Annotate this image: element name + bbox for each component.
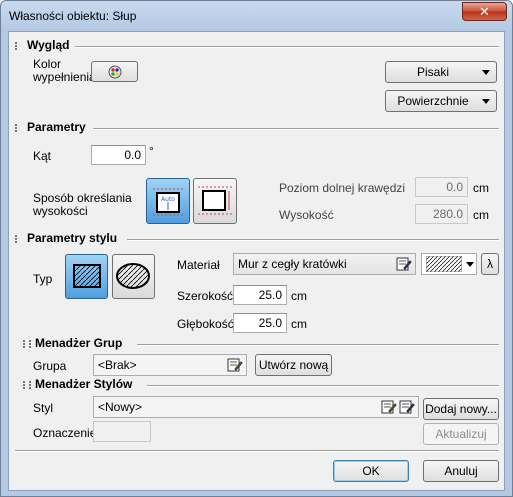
divider [127, 239, 499, 241]
anuluj-button[interactable]: Anuluj [423, 460, 499, 482]
grip-icon [29, 381, 31, 389]
edit-material-icon[interactable] [396, 256, 412, 272]
edit-style-icon[interactable] [381, 399, 397, 415]
divider [137, 344, 499, 346]
section-menadzer-grup: Menadżer Grup [15, 336, 499, 351]
styl-value: <Nowy> [98, 400, 143, 414]
section-title-parametry-stylu: Parametry stylu [27, 231, 122, 245]
chevron-down-icon [482, 99, 490, 104]
styl-label: Styl [33, 401, 54, 415]
wysokosc-unit: cm [473, 208, 489, 222]
poziom-unit: cm [473, 181, 489, 195]
grip-icon [15, 235, 21, 243]
chevron-down-icon [482, 70, 490, 75]
divider [93, 128, 499, 130]
glebokosc-label: Głębokość [177, 317, 234, 331]
sposob-label-line2: wysokości [33, 204, 88, 218]
section-parametry: Parametry [15, 120, 499, 135]
kolor-label-line2: wypełnienia [33, 70, 96, 84]
dialog-window: Własności obiektu: Słup ✕ Wygląd Kolor w… [0, 0, 513, 497]
kat-unit: ° [149, 144, 154, 158]
section-title-parametry: Parametry [27, 120, 90, 134]
auto-height-icon: Auto [153, 188, 183, 216]
grupa-field[interactable]: <Brak> [93, 354, 247, 376]
auto-text: Auto [161, 196, 175, 203]
lambda-button[interactable]: λ [481, 253, 499, 275]
utworz-nowa-button[interactable]: Utwórz nową [255, 354, 332, 376]
section-parametry-stylu: Parametry stylu [15, 231, 499, 246]
pisaki-dropdown-button[interactable]: Pisaki [385, 61, 497, 83]
kolor-label-line1: Kolor [33, 57, 62, 71]
grip-icon [15, 42, 21, 50]
wysokosc-input[interactable]: 280.0 [415, 204, 468, 224]
szerokosc-input[interactable]: 25.0 [233, 285, 287, 305]
divider [147, 385, 499, 387]
ok-button[interactable]: OK [333, 460, 409, 482]
ellipse-column-icon [116, 263, 150, 289]
powierzchnie-label: Powierzchnie [397, 94, 469, 108]
poziom-label: Poziom dolnej krawędzi [279, 181, 406, 195]
material-value: Mur z cegły kratówki [238, 257, 347, 271]
footer-divider [15, 450, 499, 452]
poziom-input[interactable]: 0.0 [415, 177, 468, 197]
kat-label: Kąt [33, 149, 52, 163]
height-mode-auto-button[interactable]: Auto [146, 178, 190, 224]
typ-rectangle-button[interactable] [65, 254, 108, 299]
styl-field[interactable]: <Nowy> [93, 396, 419, 418]
save-style-icon[interactable] [399, 399, 415, 415]
sposob-label-line1: Sposób określania [33, 191, 132, 205]
chevron-down-icon [466, 262, 474, 267]
typ-ellipse-button[interactable] [112, 254, 155, 299]
divider [75, 46, 499, 48]
powierzchnie-dropdown-button[interactable]: Powierzchnie [385, 90, 497, 112]
oznaczenie-input[interactable] [93, 421, 151, 442]
material-field[interactable]: Mur z cegły kratówki [233, 253, 416, 275]
pisaki-label: Pisaki [416, 65, 449, 79]
typ-label: Typ [33, 272, 53, 286]
height-mode-manual-button[interactable] [193, 178, 237, 224]
glebokosc-unit: cm [291, 317, 307, 331]
oznaczenie-label: Oznaczenie [33, 426, 97, 440]
section-wyglad: Wygląd [15, 38, 499, 53]
kat-input[interactable]: 0.0 [91, 145, 146, 165]
glebokosc-input[interactable]: 25.0 [233, 313, 287, 333]
szerokosc-unit: cm [291, 289, 307, 303]
palette-icon [108, 65, 122, 79]
manual-height-icon [198, 186, 232, 215]
grupa-value: <Brak> [98, 358, 137, 372]
fill-color-button[interactable] [91, 61, 138, 82]
dialog-client-area: Wygląd Kolor wypełnienia Pisaki Powierzc… [8, 31, 505, 491]
grupa-label: Grupa [33, 359, 67, 373]
close-icon: ✕ [479, 4, 490, 19]
hatch-pattern-icon [426, 256, 462, 272]
section-title-wyglad: Wygląd [27, 38, 74, 52]
material-hatch-select[interactable] [421, 253, 477, 275]
lambda-icon: λ [487, 257, 493, 271]
rectangle-column-icon [73, 264, 101, 288]
section-title-menadzer-grup: Menadżer Grup [35, 336, 127, 350]
section-title-menadzer-stylow: Menadżer Stylów [35, 377, 137, 391]
section-menadzer-stylow: Menadżer Stylów [15, 377, 499, 392]
szerokosc-label: Szerokość [177, 289, 234, 303]
window-title: Własności obiektu: Słup [9, 9, 137, 23]
close-button[interactable]: ✕ [462, 2, 507, 21]
edit-group-icon[interactable] [227, 357, 243, 373]
grip-icon [29, 340, 31, 348]
aktualizuj-button[interactable]: Aktualizuj [423, 423, 499, 445]
dodaj-nowy-button[interactable]: Dodaj nowy... [423, 398, 499, 420]
wysokosc-label: Wysokość [279, 208, 334, 222]
title-bar[interactable]: Własności obiektu: Słup ✕ [1, 1, 512, 31]
material-label: Materiał [177, 258, 220, 272]
grip-icon [15, 124, 21, 132]
